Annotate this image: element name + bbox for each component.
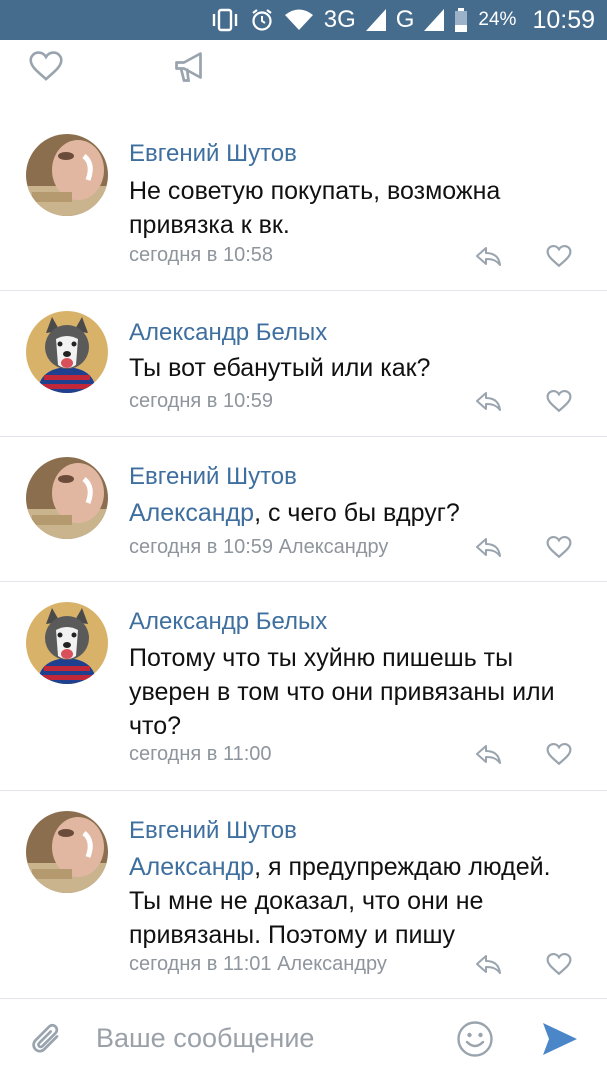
- signal-icon: [365, 9, 386, 31]
- avatar[interactable]: [26, 134, 108, 216]
- photo-man: [26, 134, 108, 216]
- comment-text: Александр, с чего бы вдруг?: [129, 496, 589, 530]
- comment-body: Ты вот ебанутый или как?: [129, 354, 431, 382]
- comment-meta: сегодня в 10:59 Александру: [129, 536, 388, 559]
- reply-to-link[interactable]: Александру: [279, 536, 389, 558]
- reply-to-link[interactable]: Александру: [277, 953, 387, 975]
- message-composer: Ваше сообщение: [0, 998, 607, 1081]
- status-icons: 3G G 24% 10:59: [210, 0, 595, 40]
- battery-percent: 24%: [478, 9, 517, 30]
- comment-meta: сегодня в 11:00: [129, 743, 272, 766]
- reply-icon[interactable]: [474, 389, 502, 413]
- like-icon[interactable]: [546, 742, 572, 766]
- avatar[interactable]: [26, 311, 108, 393]
- comment-text: Не советую покупать, возможна привязка к…: [129, 174, 589, 242]
- network-3g-label: 3G: [323, 6, 356, 33]
- avatar[interactable]: [26, 811, 108, 893]
- comment-time: сегодня в 10:59: [129, 390, 273, 412]
- heart-icon[interactable]: [28, 50, 64, 82]
- comment: Александр Белых Потому что ты хуйню пише…: [0, 582, 607, 790]
- comment-time: сегодня в 11:00: [129, 743, 272, 765]
- battery-icon: [455, 8, 468, 32]
- vibrate-icon: [212, 8, 237, 32]
- megaphone-icon[interactable]: [172, 50, 208, 84]
- send-icon[interactable]: [541, 1021, 579, 1057]
- photo-man: [26, 811, 108, 893]
- comment-text: Потому что ты хуйню пишешь ты уверен в т…: [129, 641, 559, 743]
- comment-author[interactable]: Евгений Шутов: [129, 463, 297, 491]
- comment-time: сегодня в 11:01: [129, 953, 272, 975]
- avatar[interactable]: [26, 602, 108, 684]
- comment: Евгений Шутов Александр, с чего бы вдруг…: [0, 437, 607, 581]
- comment-meta: сегодня в 10:58: [129, 244, 273, 267]
- avatar[interactable]: [26, 457, 108, 539]
- comment-text: Александр, я предупреждаю людей. Ты мне …: [129, 850, 579, 952]
- like-icon[interactable]: [546, 535, 572, 559]
- mention-link[interactable]: Александр: [129, 499, 254, 527]
- attach-icon[interactable]: [30, 1021, 66, 1061]
- comment-body: , с чего бы вдруг?: [254, 499, 460, 527]
- emoji-icon[interactable]: [456, 1020, 494, 1058]
- reply-icon[interactable]: [474, 244, 502, 268]
- comment-meta: сегодня в 11:01 Александру: [129, 953, 387, 976]
- like-icon[interactable]: [546, 389, 572, 413]
- like-icon[interactable]: [546, 952, 572, 976]
- comment-meta: сегодня в 10:59: [129, 390, 273, 413]
- clock: 10:59: [532, 5, 595, 34]
- signal-icon: [424, 9, 445, 31]
- comment-author[interactable]: Евгений Шутов: [129, 817, 297, 845]
- comment-text: Ты вот ебанутый или как?: [129, 351, 589, 385]
- like-icon[interactable]: [546, 244, 572, 268]
- photo-man: [26, 457, 108, 539]
- comment-body: Потому что ты хуйню пишешь ты уверен в т…: [129, 644, 555, 740]
- network-g-label: G: [395, 6, 415, 33]
- comment-author[interactable]: Евгений Шутов: [129, 140, 297, 168]
- comment-time: сегодня в 10:58: [129, 244, 273, 266]
- wifi-icon: [284, 9, 313, 30]
- comment-author[interactable]: Александр Белых: [129, 319, 327, 347]
- reply-icon[interactable]: [474, 952, 502, 976]
- status-bar: 3G G 24% 10:59: [0, 0, 607, 40]
- mention-link[interactable]: Александр: [129, 853, 254, 881]
- comment-time: сегодня в 10:59: [129, 536, 273, 558]
- photo-husky: [26, 602, 108, 684]
- post-actions: [0, 40, 607, 96]
- comment: Александр Белых Ты вот ебанутый или как?…: [0, 291, 607, 436]
- comment-author[interactable]: Александр Белых: [129, 608, 327, 636]
- comment-body: Не советую покупать, возможна привязка к…: [129, 177, 501, 239]
- reply-icon[interactable]: [474, 535, 502, 559]
- reply-icon[interactable]: [474, 742, 502, 766]
- photo-husky: [26, 311, 108, 393]
- comment: Евгений Шутов Александр, я предупреждаю …: [0, 791, 607, 997]
- alarm-icon: [252, 9, 272, 31]
- comment: Евгений Шутов Не советую покупать, возмо…: [0, 120, 607, 290]
- message-input[interactable]: Ваше сообщение: [96, 1023, 314, 1054]
